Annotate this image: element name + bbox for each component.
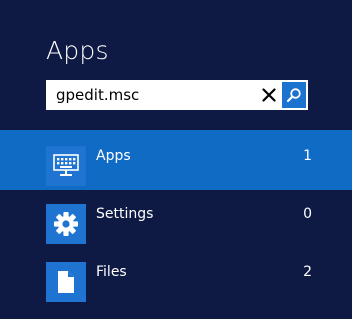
result-label: Apps <box>96 148 131 164</box>
gear-icon <box>54 212 78 236</box>
result-label: Files <box>96 264 127 280</box>
result-count: 0 <box>303 206 312 222</box>
close-icon <box>262 88 276 102</box>
result-count: 2 <box>303 264 312 280</box>
document-icon <box>58 271 74 293</box>
result-icon-tile <box>46 262 86 302</box>
search-input[interactable] <box>46 80 258 110</box>
result-row-settings[interactable]: Settings 0 <box>0 196 352 256</box>
search-box <box>46 80 308 110</box>
page-title: Apps <box>46 36 109 65</box>
result-label: Settings <box>96 206 154 222</box>
clear-button[interactable] <box>258 80 280 110</box>
result-icon-tile <box>46 204 86 244</box>
result-count: 1 <box>303 148 312 164</box>
result-row-files[interactable]: Files 2 <box>0 254 352 314</box>
result-row-apps[interactable]: Apps 1 <box>0 130 352 190</box>
keyboard-icon <box>53 154 79 176</box>
result-icon-tile <box>46 146 86 186</box>
search-icon <box>286 88 301 103</box>
search-button[interactable] <box>282 82 306 108</box>
